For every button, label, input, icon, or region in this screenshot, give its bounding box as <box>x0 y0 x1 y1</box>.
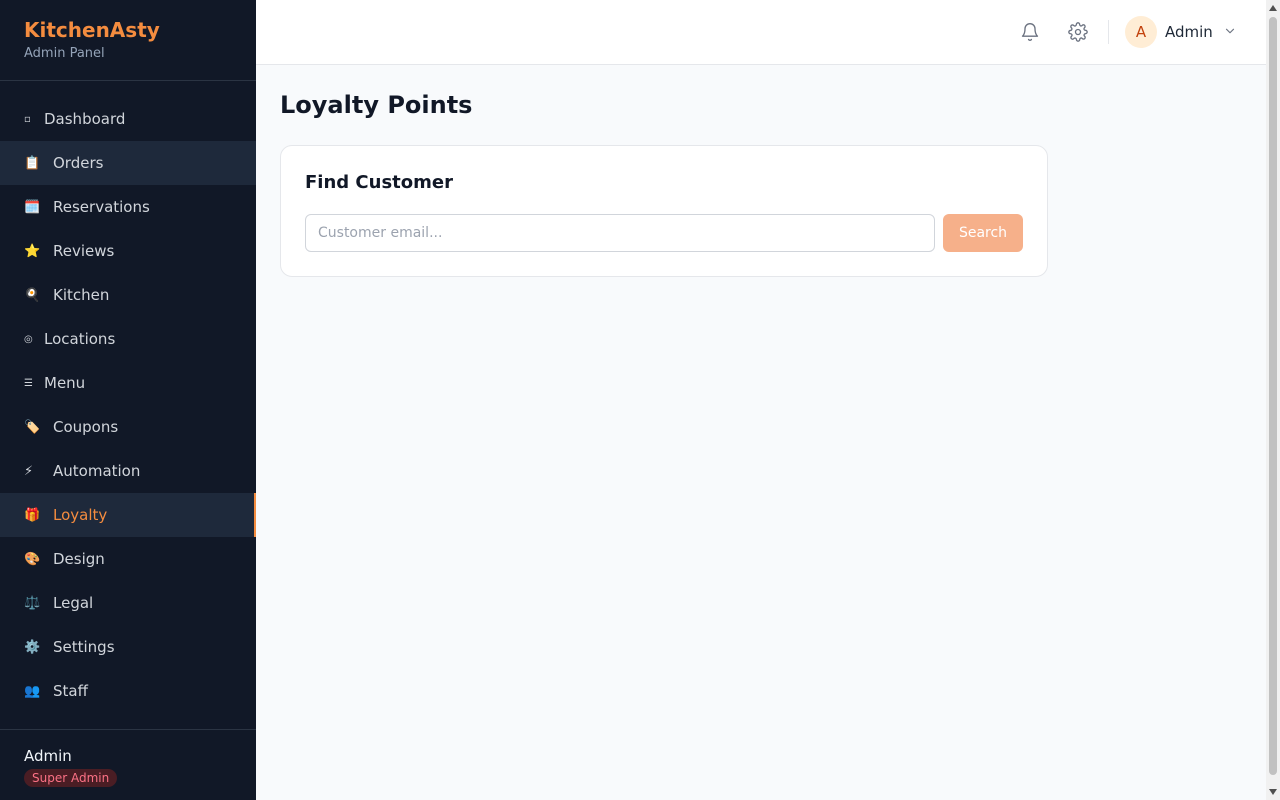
sidebar-item-automation[interactable]: ⚡ Automation <box>0 449 256 493</box>
customer-email-input[interactable] <box>305 214 935 252</box>
sidebar-item-legal[interactable]: ⚖️ Legal <box>0 581 256 625</box>
location-icon: ◎ <box>24 333 33 345</box>
scroll-down-arrow-icon[interactable] <box>1269 789 1277 795</box>
role-badge: Super Admin <box>24 769 118 787</box>
sidebar: KitchenAsty Admin Panel ▫ Dashboard 📋 Or… <box>0 0 256 800</box>
sidebar-item-dashboard[interactable]: ▫ Dashboard <box>0 97 256 141</box>
palette-icon: 🎨 <box>24 551 41 567</box>
sidebar-item-settings[interactable]: ⚙️ Settings <box>0 625 256 669</box>
scrollbar-thumb[interactable] <box>1269 17 1277 775</box>
sidebar-item-design[interactable]: 🎨 Design <box>0 537 256 581</box>
topbar-divider <box>1108 20 1109 44</box>
sidebar-item-label: Reservations <box>53 198 150 216</box>
chevron-down-icon <box>1223 23 1237 42</box>
gear-icon: ⚙️ <box>24 639 41 655</box>
sidebar-item-label: Locations <box>44 330 116 348</box>
sidebar-nav: ▫ Dashboard 📋 Orders 🗓️ Reservations ⭐ R… <box>0 97 256 713</box>
sidebar-footer: Admin Super Admin <box>0 729 256 800</box>
sidebar-item-label: Legal <box>53 594 94 612</box>
dashboard-icon: ▫ <box>24 113 31 125</box>
sidebar-item-label: Automation <box>53 462 141 480</box>
sidebar-item-coupons[interactable]: 🏷️ Coupons <box>0 405 256 449</box>
sidebar-item-label: Dashboard <box>44 110 126 128</box>
page-title: Loyalty Points <box>280 91 473 119</box>
topbar: A Admin <box>256 0 1266 65</box>
sidebar-item-label: Kitchen <box>53 286 110 304</box>
star-icon: ⭐ <box>24 243 41 259</box>
sidebar-item-label: Staff <box>53 682 88 700</box>
avatar: A <box>1125 16 1157 48</box>
sidebar-item-kitchen[interactable]: 🍳 Kitchen <box>0 273 256 317</box>
find-customer-card: Find Customer Search <box>280 145 1048 277</box>
sidebar-item-label: Reviews <box>53 242 115 260</box>
sidebar-item-menu[interactable]: ☰ Menu <box>0 361 256 405</box>
brand-subtitle: Admin Panel <box>24 46 105 61</box>
sidebar-item-locations[interactable]: ◎ Locations <box>0 317 256 361</box>
sidebar-item-label: Coupons <box>53 418 119 436</box>
search-button[interactable]: Search <box>943 214 1023 252</box>
user-name: Admin <box>1165 23 1213 41</box>
current-user-name: Admin <box>24 747 72 765</box>
sidebar-item-label: Settings <box>53 638 115 656</box>
lightning-icon: ⚡ <box>24 463 34 479</box>
gift-icon: 🎁 <box>24 507 41 523</box>
bell-icon[interactable] <box>1018 20 1042 44</box>
scales-icon: ⚖️ <box>24 595 41 611</box>
sidebar-item-orders[interactable]: 📋 Orders <box>0 141 256 185</box>
sidebar-item-staff[interactable]: 👥 Staff <box>0 669 256 713</box>
brand-title[interactable]: KitchenAsty <box>24 18 232 42</box>
card-title: Find Customer <box>305 172 453 193</box>
calendar-icon: 🗓️ <box>24 199 41 215</box>
scrollbar[interactable] <box>1266 0 1280 800</box>
clipboard-icon: 📋 <box>24 155 41 171</box>
sidebar-item-reservations[interactable]: 🗓️ Reservations <box>0 185 256 229</box>
people-icon: 👥 <box>24 683 41 699</box>
sidebar-item-label: Orders <box>53 154 104 172</box>
tag-icon: 🏷️ <box>24 419 41 435</box>
sidebar-item-label: Menu <box>44 374 86 392</box>
user-menu[interactable]: A Admin <box>1125 16 1237 48</box>
brand: KitchenAsty Admin Panel <box>0 0 256 81</box>
scroll-up-arrow-icon[interactable] <box>1269 5 1277 11</box>
sidebar-item-label: Design <box>53 550 105 568</box>
frying-pan-icon: 🍳 <box>24 287 41 303</box>
sidebar-item-label: Loyalty <box>53 506 108 524</box>
gear-icon[interactable] <box>1066 20 1090 44</box>
menu-list-icon: ☰ <box>24 377 33 389</box>
sidebar-item-loyalty[interactable]: 🎁 Loyalty <box>0 493 256 537</box>
sidebar-item-reviews[interactable]: ⭐ Reviews <box>0 229 256 273</box>
